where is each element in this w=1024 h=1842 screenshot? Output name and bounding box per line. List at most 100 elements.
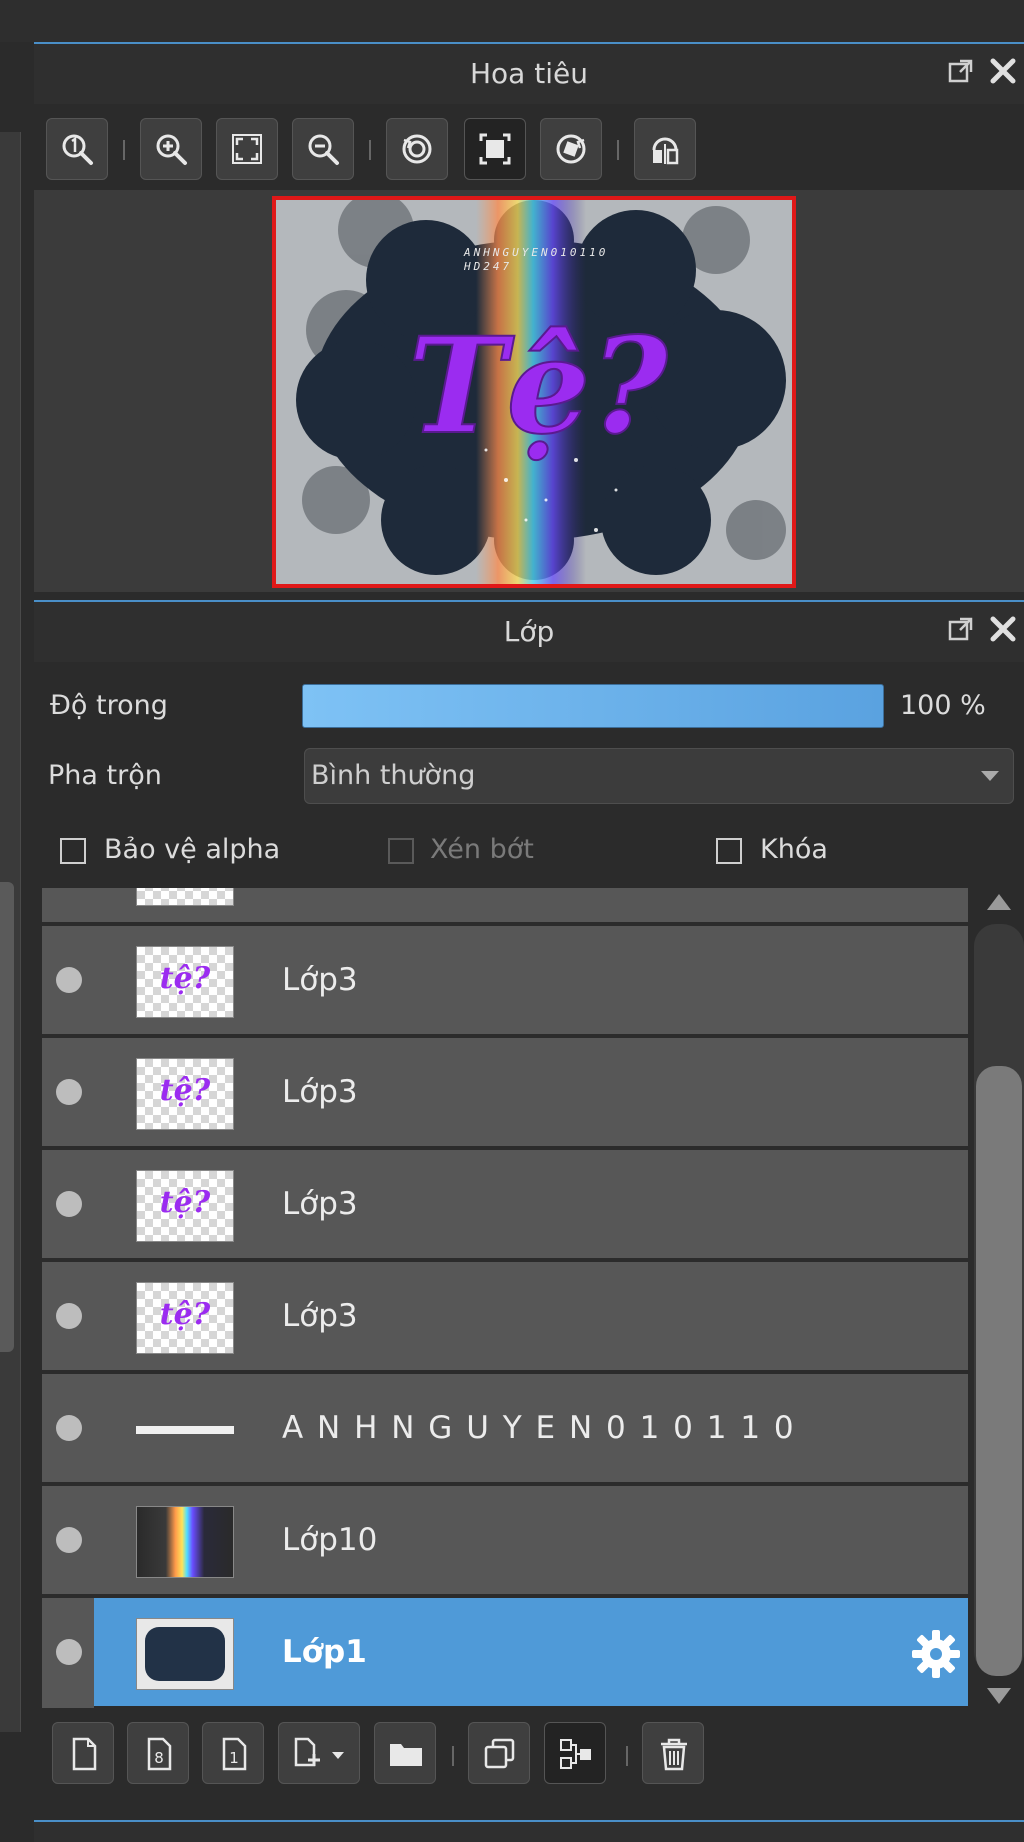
layer-list[interactable]: tệ? Lớp3 tệ? Lớp3 tệ? Lớp3 tệ? Lớp3 A N …	[42, 888, 968, 1710]
visibility-toggle-icon[interactable]	[56, 1415, 82, 1441]
new-1bit-layer-button[interactable]: 1	[202, 1722, 264, 1784]
rotate-left-button[interactable]	[386, 118, 448, 180]
layer-thumbnail: tệ?	[136, 946, 234, 1018]
toolbar-separator	[123, 140, 125, 160]
text-strip-thumbnail	[136, 1426, 234, 1434]
opacity-value: 100 %	[900, 690, 986, 721]
layer-name: Lớp3	[282, 1074, 358, 1110]
new-folder-button[interactable]	[374, 1722, 436, 1784]
zoom-actual-icon	[62, 134, 93, 165]
layer-thumbnail: tệ?	[136, 1170, 234, 1242]
visibility-toggle-icon[interactable]	[56, 967, 82, 993]
delete-layer-button[interactable]	[642, 1722, 704, 1784]
toolbar-separator	[452, 1746, 454, 1766]
fit-window-icon	[479, 133, 511, 165]
new-1bit-layer-icon: 1	[222, 1737, 247, 1771]
visibility-toggle-icon[interactable]	[56, 1303, 82, 1329]
new-layer-menu-icon	[294, 1737, 344, 1767]
toolbar-separator	[617, 140, 619, 160]
visibility-toggle-icon[interactable]	[56, 1191, 82, 1217]
clip-checkbox[interactable]	[388, 838, 414, 864]
visibility-toggle-icon[interactable]	[56, 1079, 82, 1105]
layer-thumbnail	[136, 1394, 234, 1466]
new-8bit-layer-button[interactable]: 8	[127, 1722, 189, 1784]
chevron-down-icon	[981, 771, 999, 781]
rotate-right-button[interactable]	[540, 118, 602, 180]
fit-screen-button[interactable]	[216, 118, 278, 180]
flip-horizontal-icon	[652, 137, 679, 165]
protect-alpha-label: Bảo vệ alpha	[104, 834, 281, 865]
next-panel-edge	[34, 1820, 1024, 1842]
preview-heading: Tệ?	[408, 309, 669, 464]
merge-layer-button[interactable]	[544, 1722, 606, 1784]
opacity-slider[interactable]	[302, 684, 884, 728]
layer-name: Lớp1	[282, 1634, 367, 1670]
canvas-preview-image: ANHNGUYEN010110 HD247 Tệ?	[276, 200, 792, 584]
new-folder-icon	[390, 1744, 422, 1766]
close-icon[interactable]	[988, 56, 1018, 86]
canvas-preview[interactable]: ANHNGUYEN010110 HD247 Tệ?	[272, 196, 796, 588]
flip-horizontal-button[interactable]	[634, 118, 696, 180]
layer-name: Lớp3	[282, 962, 358, 998]
lock-checkbox[interactable]	[716, 838, 742, 864]
layer-row[interactable]: Lớp10	[42, 1486, 968, 1596]
delete-layer-icon	[661, 1738, 687, 1771]
top-strip	[0, 0, 1024, 42]
scroll-up-icon[interactable]	[987, 894, 1011, 910]
new-layer-menu-button[interactable]	[278, 1722, 360, 1784]
toolbar-separator	[626, 1746, 628, 1766]
scroll-down-icon[interactable]	[987, 1688, 1011, 1704]
protect-alpha-checkbox[interactable]	[60, 838, 86, 864]
svg-text:8: 8	[154, 1749, 164, 1767]
merge-layer-icon	[560, 1739, 591, 1769]
dark-blob-thumbnail	[145, 1627, 225, 1681]
layer-row[interactable]: tệ? Lớp3	[42, 1262, 968, 1372]
layer-thumbnail	[136, 1618, 234, 1690]
lock-label: Khóa	[760, 834, 828, 865]
zoom-in-icon	[156, 134, 187, 165]
zoom-in-button[interactable]	[140, 118, 202, 180]
navigator-title: Hoa tiêu	[470, 57, 588, 90]
layer-thumbnail-text: tệ?	[159, 1185, 211, 1220]
duplicate-layer-icon	[484, 1738, 515, 1769]
navigator-title-bar: Hoa tiêu	[34, 42, 1024, 104]
layer-thumbnail-text: tệ?	[159, 961, 211, 996]
layers-title-bar: Lớp	[34, 600, 1024, 662]
navigator-preview-area[interactable]: ANHNGUYEN010110 HD247 Tệ?	[34, 190, 1024, 592]
layer-row[interactable]: tệ? Lớp3	[42, 1150, 968, 1260]
blend-label: Pha trộn	[48, 760, 162, 791]
layers-bottom-toolbar: 8 1	[42, 1712, 1024, 1800]
layer-row[interactable]: tệ? Lớp3	[42, 926, 968, 1036]
layer-row[interactable]: A N H N G U Y E N 0 1 0 1 1 0	[42, 1374, 968, 1484]
gear-icon[interactable]	[910, 1628, 962, 1680]
new-layer-button[interactable]	[52, 1722, 114, 1784]
fit-window-button[interactable]	[464, 118, 526, 180]
toolbar-separator	[369, 140, 371, 160]
close-icon[interactable]	[988, 614, 1018, 644]
float-panel-icon[interactable]	[948, 616, 974, 642]
layer-row[interactable]: tệ? Lớp3	[42, 1038, 968, 1148]
layer-thumbnail-text: tệ?	[159, 1073, 211, 1108]
layer-row[interactable]	[42, 888, 968, 924]
preview-small-text-2: HD247	[463, 260, 512, 273]
layer-list-scrollbar[interactable]	[974, 888, 1024, 1710]
layers-title: Lớp	[503, 615, 555, 648]
zoom-out-button[interactable]	[292, 118, 354, 180]
layer-name: Lớp3	[282, 1186, 358, 1222]
scroll-thumb[interactable]	[976, 1066, 1022, 1676]
left-scroll-thumb[interactable]	[0, 882, 14, 1352]
new-8bit-layer-icon: 8	[147, 1737, 172, 1771]
rotate-right-icon	[556, 134, 586, 164]
float-panel-icon[interactable]	[948, 58, 974, 84]
visibility-toggle-icon[interactable]	[56, 1639, 82, 1665]
preview-small-text: ANHNGUYEN010110	[463, 246, 608, 259]
layer-thumbnail	[136, 888, 234, 906]
layer-row-selected[interactable]: Lớp1	[42, 1598, 968, 1708]
navigator-toolbar	[34, 104, 1024, 190]
left-dock-strip	[0, 42, 34, 1840]
layer-thumbnail: tệ?	[136, 1058, 234, 1130]
zoom-actual-button[interactable]	[46, 118, 108, 180]
blend-mode-select[interactable]: Bình thường	[304, 748, 1014, 804]
visibility-toggle-icon[interactable]	[56, 1527, 82, 1553]
duplicate-layer-button[interactable]	[468, 1722, 530, 1784]
